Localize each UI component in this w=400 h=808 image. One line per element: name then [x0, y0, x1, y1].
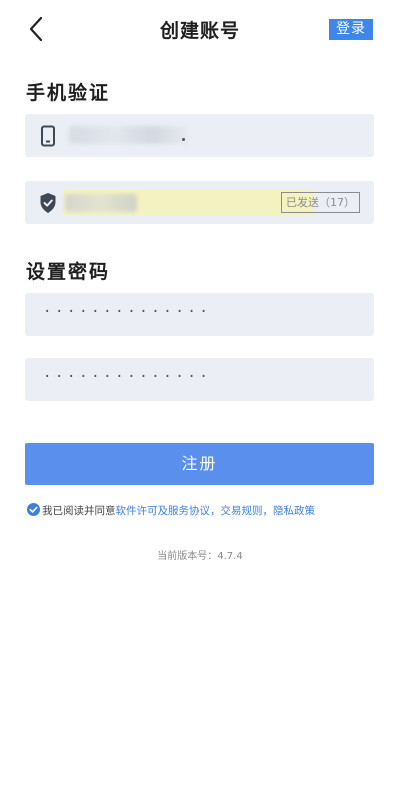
privacy-policy-link[interactable]: 隐私政策 — [273, 505, 315, 517]
code-value-blurred — [65, 194, 137, 212]
agreement-prefix: 我已阅读并同意 — [42, 505, 116, 517]
license-agreement-link[interactable]: 软件许可及服务协议 — [116, 505, 211, 517]
password-field[interactable]: ·············· — [25, 293, 374, 336]
shield-check-icon — [39, 192, 57, 214]
login-button[interactable]: 登录 — [329, 19, 373, 40]
phone-value-dot — [182, 138, 185, 141]
phone-icon — [39, 125, 57, 147]
phone-section-title: 手机验证 — [26, 82, 111, 104]
register-button[interactable]: 注册 — [25, 443, 374, 485]
password-section-title: 设置密码 — [26, 261, 111, 283]
confirm-password-mask: ·············· — [43, 369, 212, 385]
confirm-password-field[interactable]: ·············· — [25, 358, 374, 401]
phone-field[interactable] — [25, 114, 374, 157]
agreement-row: 我已阅读并同意软件许可及服务协议，交易规则，隐私政策 — [27, 503, 315, 519]
agreement-separator-2: ， — [262, 505, 274, 517]
agreement-separator: ， — [210, 505, 221, 517]
check-circle-icon[interactable] — [27, 503, 40, 516]
verification-code-field[interactable]: 已发送（17） — [25, 181, 374, 224]
password-mask: ·············· — [43, 304, 212, 320]
header: 创建账号 登录 — [0, 0, 400, 62]
phone-value-blurred — [69, 126, 187, 144]
resend-code-button[interactable]: 已发送（17） — [281, 192, 360, 213]
trade-rules-link[interactable]: 交易规则 — [221, 505, 263, 517]
version-label: 当前版本号：4.7.4 — [157, 551, 243, 562]
